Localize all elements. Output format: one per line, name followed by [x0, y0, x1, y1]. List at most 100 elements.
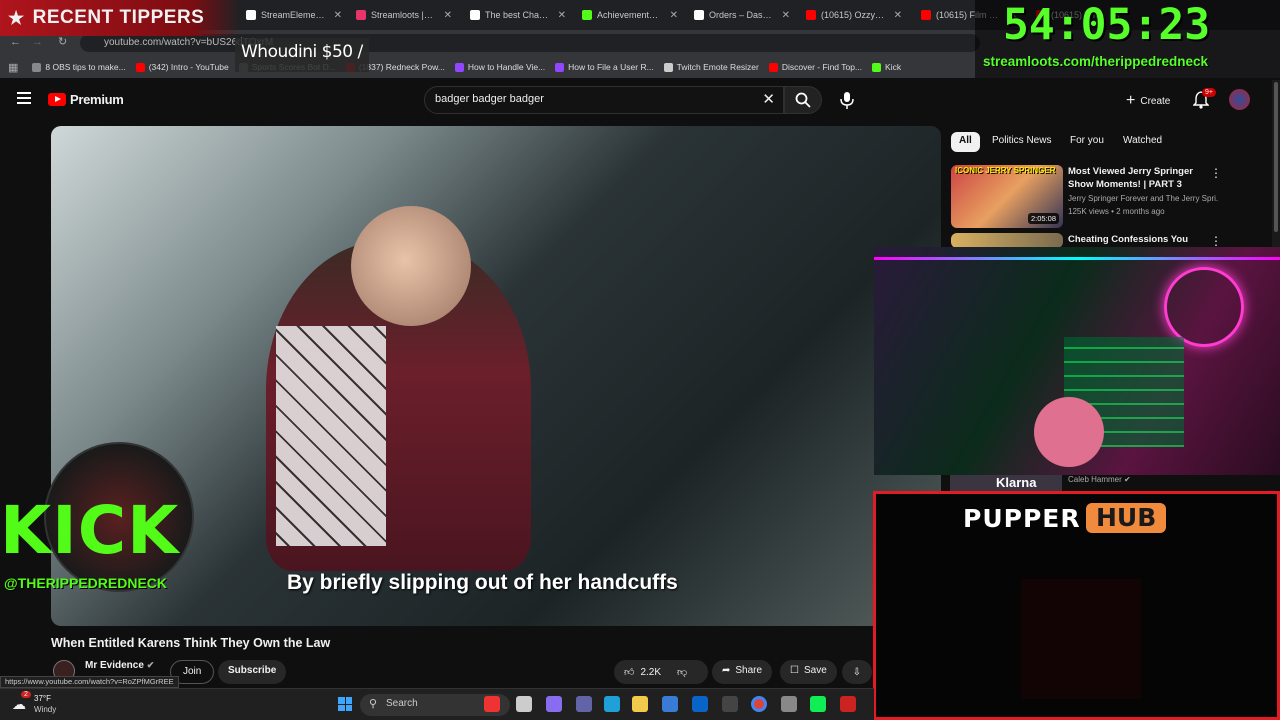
app-icon[interactable]	[840, 696, 856, 712]
rec-channel-2-text: Caleb Hammer	[1068, 475, 1122, 484]
windows-start-icon[interactable]	[338, 697, 352, 711]
filter-chip[interactable]: Watched	[1115, 132, 1170, 152]
tab-label: Streamloots | Ther	[371, 10, 435, 20]
tipper-ticker: Whoudini $50 /	[235, 38, 369, 72]
browser-tab[interactable]: Orders – Dashboa ✕	[688, 4, 796, 26]
share-icon: ➦	[722, 665, 731, 676]
bookmark-label: How to Handle Vie...	[467, 62, 546, 72]
create-button[interactable]: + Create	[1126, 92, 1170, 110]
terminal-icon[interactable]	[810, 696, 826, 712]
file-explorer-icon[interactable]	[632, 696, 648, 712]
tab-favicon-icon	[694, 10, 704, 20]
browser-tab[interactable]: StreamElements ✕	[240, 4, 348, 26]
video-title: When Entitled Karens Think They Own the …	[51, 636, 331, 650]
rec-title-2[interactable]: Cheating Confessions You	[1068, 234, 1188, 245]
menu-icon[interactable]	[17, 92, 31, 104]
bookmark-favicon-icon	[555, 62, 565, 72]
tab-close-icon[interactable]: ✕	[782, 10, 790, 21]
scrollbar[interactable]	[1272, 80, 1280, 250]
subscribe-label: Subscribe	[228, 665, 277, 676]
bookmark-item[interactable]: How to File a User R...	[555, 62, 654, 72]
notifications-icon[interactable]: 9+	[1192, 88, 1216, 111]
search-value: badger badger badger	[435, 93, 544, 105]
thumbnail-2[interactable]	[951, 233, 1063, 248]
search-icon	[795, 92, 811, 108]
bookmark-item[interactable]: Twitch Emote Resizer	[663, 62, 759, 72]
browser-tab[interactable]: Achievements - Ki ✕	[576, 4, 684, 26]
bookmark-item[interactable]: Kick	[872, 62, 901, 72]
share-button[interactable]: ➦ Share	[712, 660, 773, 684]
chrome-icon[interactable]	[751, 696, 767, 712]
browser-tab[interactable]: The best ChatBot ✕	[464, 4, 572, 26]
youtube-logo[interactable]: Premium	[48, 92, 124, 107]
tab-close-icon[interactable]: ✕	[894, 10, 902, 21]
outlook-icon[interactable]	[692, 696, 708, 712]
edge-icon[interactable]	[604, 696, 620, 712]
save-button[interactable]: ☐ Save	[780, 660, 837, 684]
notification-badge: 9+	[1202, 88, 1216, 97]
share-label: Share	[735, 665, 763, 676]
rec-title-1[interactable]: Most Viewed Jerry Springer Show Moments!…	[1068, 165, 1198, 191]
more-icon-2[interactable]: ⋮	[1210, 234, 1222, 248]
mic-icon[interactable]	[839, 90, 855, 110]
pupper-text: PUPPER	[963, 504, 1081, 533]
tab-favicon-icon	[356, 10, 366, 20]
tab-favicon-icon	[246, 10, 256, 20]
more-icon[interactable]: ⋮	[1210, 166, 1222, 180]
bookmark-label: Discover - Find Top...	[781, 62, 863, 72]
copilot-icon[interactable]	[546, 696, 562, 712]
bookmark-item[interactable]: How to Handle Vie...	[454, 62, 546, 72]
taskbar-search-label: Search	[386, 698, 418, 709]
bookmark-item[interactable]: 8 OBS tips to make...	[32, 62, 126, 72]
task-view-icon[interactable]	[516, 696, 532, 712]
forward-icon[interactable]: →	[32, 36, 43, 48]
subscribe-button[interactable]: Subscribe	[218, 660, 287, 684]
browser-tab[interactable]: Streamloots | Ther ✕	[350, 4, 458, 26]
thumbs-down-icon[interactable]: 👎︎	[677, 666, 687, 678]
tab-favicon-icon	[582, 10, 592, 20]
back-icon[interactable]: ←	[10, 36, 21, 48]
filter-chip[interactable]: For you	[1062, 132, 1112, 152]
scrollbar-thumb[interactable]	[1274, 82, 1278, 232]
url-field[interactable]: youtube.com/watch?v=bUS26dTQxrM	[80, 34, 980, 52]
reload-icon[interactable]: ↻	[58, 35, 67, 48]
plaid-shirt	[276, 326, 386, 546]
plush-toy	[1034, 397, 1104, 467]
verified-icon-2: ✔	[1124, 475, 1131, 484]
led-strip	[874, 257, 1280, 260]
tab-close-icon[interactable]: ✕	[444, 10, 452, 21]
browser-tab[interactable]: (10615) Ozzy Osb ✕	[800, 4, 908, 26]
filter-chip[interactable]: Politics News	[984, 132, 1059, 152]
avatar[interactable]	[1229, 89, 1250, 110]
search-button[interactable]	[784, 86, 822, 114]
thumbnail-1[interactable]: ICONIC JERRY SPRINGER 2:05:08	[951, 165, 1063, 228]
tab-label: The best ChatBot	[485, 10, 549, 20]
download-button[interactable]: ⇩	[842, 660, 872, 684]
teams-icon[interactable]	[576, 696, 592, 712]
obs-icon[interactable]	[722, 696, 738, 712]
weather-icon[interactable]: ☁	[12, 696, 26, 713]
like-button[interactable]: 👍︎ 2.2K 👎︎	[614, 660, 708, 684]
channel-name[interactable]: Mr Evidence ✔	[85, 660, 154, 671]
tab-favicon-icon	[921, 10, 931, 20]
thumbs-up-icon: 👍︎	[624, 667, 635, 678]
kick-logo-text: KICK	[0, 492, 180, 569]
tab-label: (10615) Ozzy Osb	[821, 10, 885, 20]
bookmark-item[interactable]: (342) Intro - YouTube	[135, 62, 229, 72]
tab-close-icon[interactable]: ✕	[558, 10, 566, 21]
rec-channel-1[interactable]: Jerry Springer Forever and The Jerry Spr…	[1068, 194, 1218, 203]
filter-chip[interactable]: All	[951, 132, 980, 152]
timer-value: 54:05:23	[1003, 0, 1211, 50]
clear-icon[interactable]: ✕	[762, 90, 775, 108]
windows-taskbar: ☁ 2 37°F Windy ⚲ Search	[0, 688, 874, 720]
chili-app-icon[interactable]	[484, 696, 500, 712]
tab-close-icon[interactable]: ✕	[670, 10, 678, 21]
bookmark-item[interactable]: Discover - Find Top...	[768, 62, 863, 72]
rec-channel-2[interactable]: Caleb Hammer ✔	[1068, 475, 1131, 484]
kick-handle: @THERIPPEDREDNECK	[4, 575, 168, 591]
store-icon[interactable]	[662, 696, 678, 712]
apps-icon[interactable]: ▦	[8, 61, 18, 74]
search-input[interactable]: badger badger badger ✕	[424, 86, 784, 114]
controller-icon[interactable]	[781, 696, 797, 712]
tab-close-icon[interactable]: ✕	[334, 10, 342, 21]
